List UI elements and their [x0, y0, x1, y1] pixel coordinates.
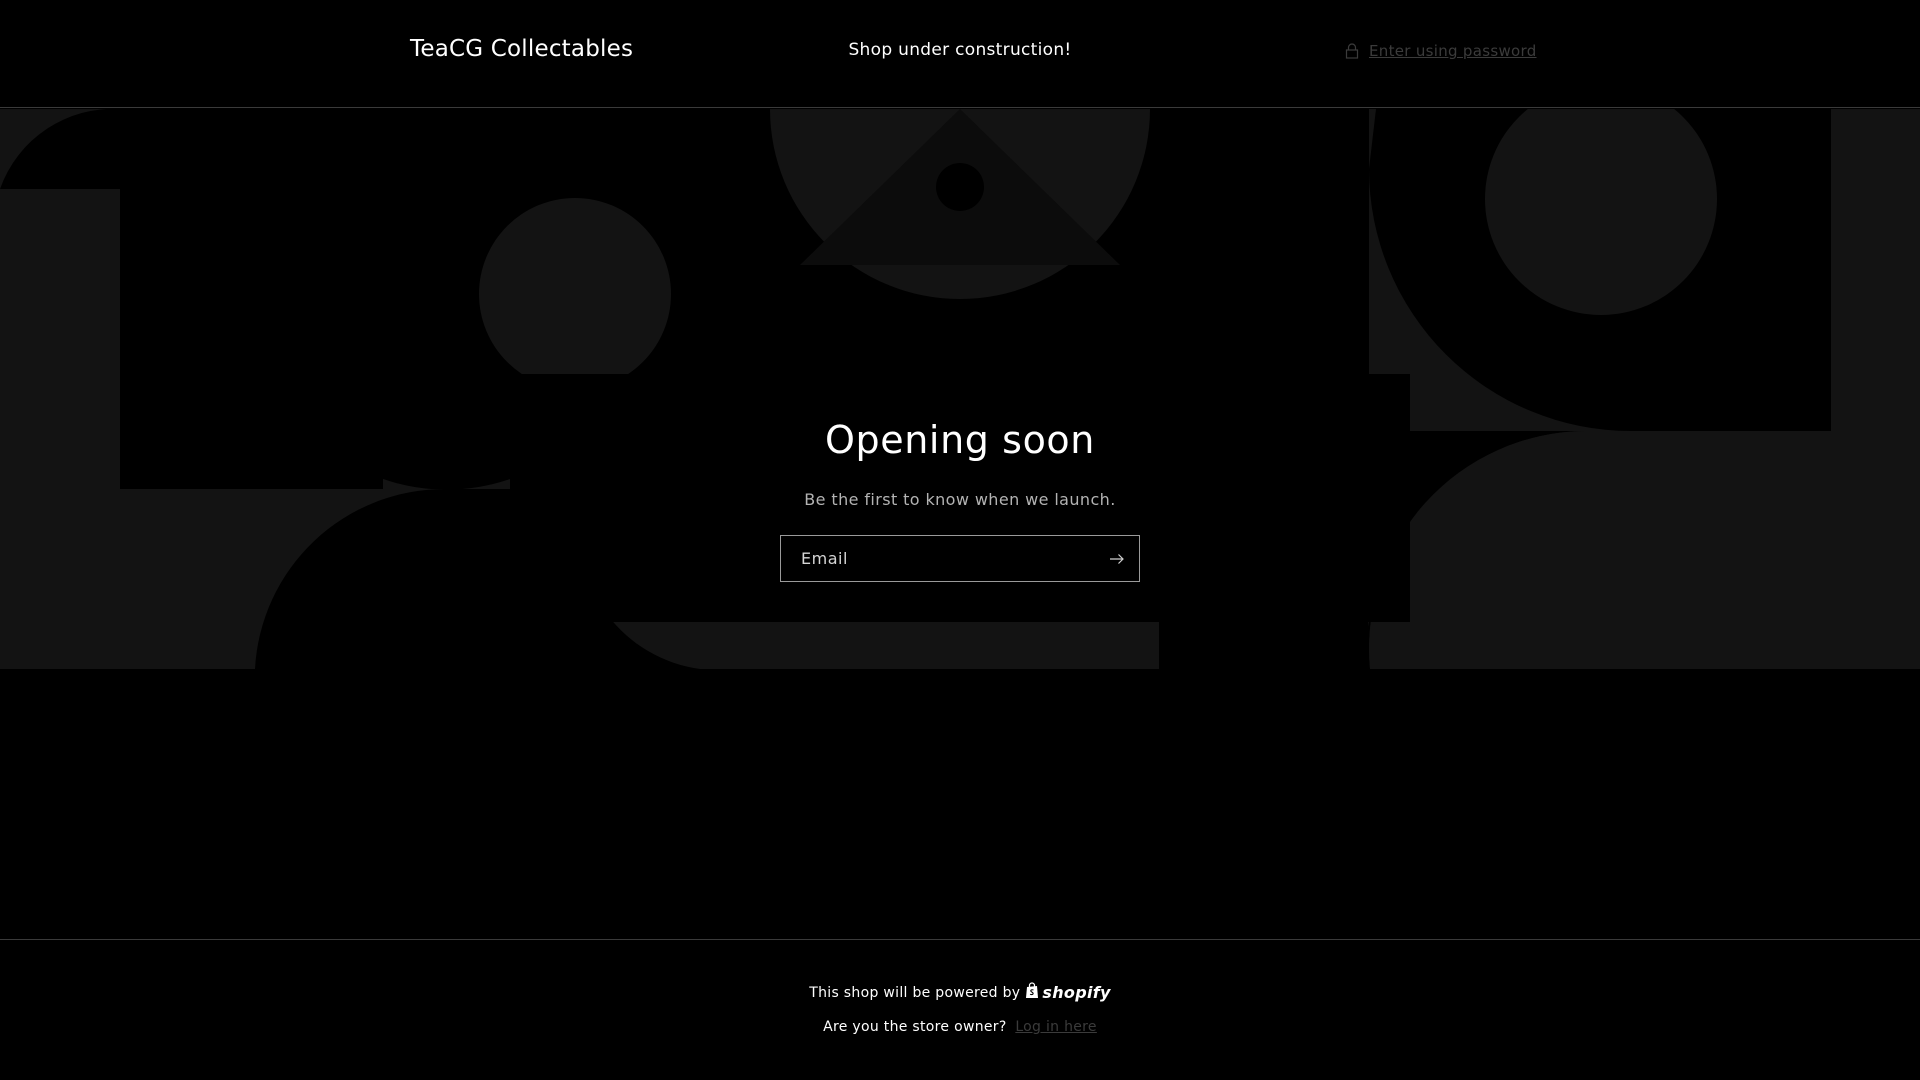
shopify-bag-icon — [1025, 982, 1039, 1003]
owner-question: Are you the store owner? — [823, 1019, 1007, 1035]
email-input[interactable] — [781, 536, 1091, 581]
hero-banner: Opening soon Be the first to know when w… — [0, 109, 1920, 669]
store-owner-line: Are you the store owner? Log in here — [0, 1019, 1920, 1035]
email-form — [780, 535, 1140, 582]
shopify-logo[interactable]: shopify — [1025, 982, 1110, 1003]
powered-by: This shop will be powered by shopify — [0, 982, 1920, 1003]
submit-button[interactable] — [1095, 536, 1139, 581]
site-footer: This shop will be powered by shopify Are… — [0, 939, 1920, 1080]
newsletter-title: Opening soon — [825, 418, 1095, 462]
site-header: TeaCG Collectables Shop under constructi… — [0, 0, 1920, 108]
enter-password-link[interactable]: Enter using password — [1343, 42, 1537, 60]
powered-by-text: This shop will be powered by — [809, 984, 1021, 1001]
lock-icon — [1343, 42, 1361, 60]
enter-password-label: Enter using password — [1369, 42, 1537, 60]
login-link[interactable]: Log in here — [1015, 1019, 1097, 1035]
arrow-right-icon — [1109, 553, 1125, 565]
announcement-bar: Shop under construction! — [848, 40, 1072, 60]
shopify-wordmark: shopify — [1042, 983, 1111, 1002]
newsletter-box: Opening soon Be the first to know when w… — [510, 374, 1410, 622]
newsletter-subtitle: Be the first to know when we launch. — [804, 490, 1116, 509]
